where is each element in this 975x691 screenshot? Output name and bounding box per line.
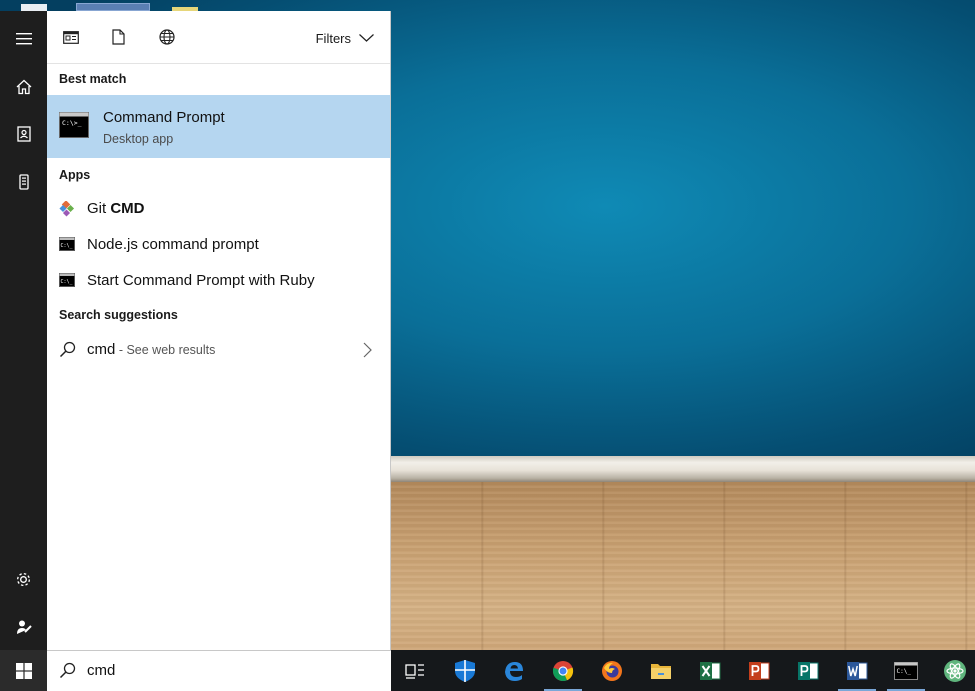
home-icon[interactable] [0,65,47,109]
app-result-label: Node.js command prompt [87,236,259,253]
settings-icon[interactable] [0,557,47,601]
desktop-icon-selected[interactable] [76,3,150,11]
console-icon: C:\_ [59,273,75,292]
svg-text:C:\_: C:\_ [897,668,912,675]
firefox-icon[interactable] [589,650,635,691]
atom-icon[interactable] [932,650,975,691]
git-icon [59,200,75,222]
best-match-subtitle: Desktop app [103,132,174,146]
word-icon[interactable] [834,650,880,691]
desktop-screen: Filters Best match C:\>_ Command Prompt … [0,0,975,691]
start-button[interactable] [0,650,47,691]
search-results-panel: Filters Best match C:\>_ Command Prompt … [47,11,391,650]
web-suggestion-item[interactable]: cmd - See web results [47,333,390,367]
desktop-icon[interactable] [21,4,47,11]
app-result-ruby-prompt[interactable]: C:\_ Start Command Prompt with Ruby [47,263,390,299]
windows-logo-icon [15,662,32,679]
search-input[interactable]: cmd [87,662,115,679]
taskbar-search-box[interactable]: cmd [47,650,391,691]
app-result-label-prefix: Node.js command prompt [87,236,259,253]
terminal-icon[interactable]: C:\_ [883,650,929,691]
app-result-label-match: CMD [110,200,145,217]
best-match-header: Best match [59,72,127,86]
apps-header: Apps [59,168,91,182]
search-icon [59,662,76,684]
command-prompt-icon: C:\>_ [59,112,89,143]
app-result-label-prefix: Start Command Prompt with Ruby [87,272,315,289]
app-result-nodejs-prompt[interactable]: C:\_ Node.js command prompt [47,227,390,263]
app-result-label-prefix: Git [87,200,111,217]
menu-icon[interactable] [0,17,47,61]
notebook-icon[interactable] [0,112,47,156]
device-icon[interactable] [0,160,47,204]
svg-text:C:\>_: C:\>_ [62,119,82,127]
suggestion-query: cmd [87,341,116,358]
app-result-label: Start Command Prompt with Ruby [87,272,315,289]
excel-icon[interactable] [687,650,733,691]
web-scope-icon[interactable] [154,24,180,50]
powerpoint-icon[interactable] [736,650,782,691]
publisher-icon[interactable] [785,650,831,691]
suggestion-hint: - See web results [115,343,216,357]
filters-button[interactable]: Filters [316,27,374,49]
app-result-label: Git CMD [87,200,145,217]
chrome-icon[interactable] [540,650,586,691]
search-suggestions-header: Search suggestions [59,308,178,322]
desktop-icons [0,0,400,11]
search-icon [59,341,76,363]
security-shield-icon[interactable] [442,650,488,691]
edge-icon[interactable] [491,650,537,691]
taskbar: cmd C:\_ [0,650,975,691]
console-icon: C:\_ [59,237,75,256]
scope-bar: Filters [47,11,390,64]
svg-text:C:\_: C:\_ [61,279,74,285]
chevron-down-icon [359,34,374,42]
documents-scope-icon[interactable] [105,24,131,50]
task-view-icon[interactable] [392,650,438,691]
filters-label: Filters [315,30,351,46]
svg-text:C:\_: C:\_ [61,243,74,249]
apps-scope-icon[interactable] [58,24,84,50]
file-explorer-icon[interactable] [638,650,684,691]
feedback-icon[interactable] [0,605,47,649]
start-left-rail [0,11,47,650]
chevron-right-icon[interactable] [363,342,372,363]
best-match-title: Command Prompt [103,109,225,126]
best-match-result[interactable]: C:\>_ Command Prompt Desktop app [47,95,390,158]
suggestion-text: cmd - See web results [87,341,215,358]
app-result-git-cmd[interactable]: Git CMD [47,191,390,227]
